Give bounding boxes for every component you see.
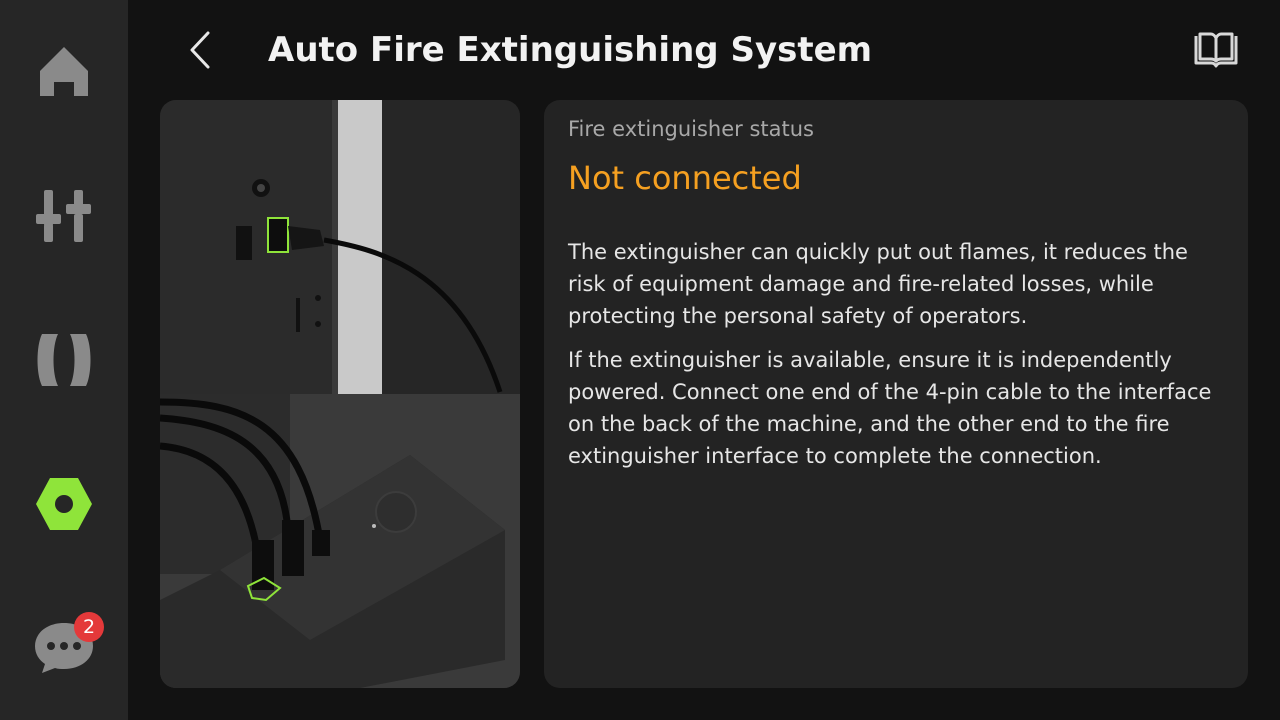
sidebar-item-settings[interactable] bbox=[0, 454, 128, 554]
page-title: Auto Fire Extinguishing System bbox=[268, 30, 873, 70]
hex-nut-settings-icon bbox=[36, 478, 92, 530]
sidebar-item-extruder[interactable] bbox=[0, 310, 128, 410]
open-book-icon bbox=[1194, 32, 1238, 68]
nozzle-icon bbox=[37, 334, 91, 386]
connection-status: Not connected bbox=[568, 159, 802, 197]
status-label: Fire extinguisher status bbox=[568, 117, 814, 141]
home-icon bbox=[40, 47, 88, 96]
sidebar-item-tune[interactable] bbox=[0, 166, 128, 266]
sidebar: 2 bbox=[0, 0, 128, 720]
sidebar-item-home[interactable] bbox=[0, 22, 128, 122]
back-button[interactable] bbox=[176, 26, 224, 74]
status-panel: Fire extinguisher status Not connected T… bbox=[544, 100, 1248, 688]
chevron-left-icon bbox=[190, 31, 210, 69]
manual-button[interactable] bbox=[1192, 26, 1240, 74]
description-paragraph-2: If the extinguisher is available, ensure… bbox=[568, 348, 1212, 468]
connection-illustration bbox=[160, 100, 520, 688]
sliders-icon bbox=[36, 190, 91, 242]
description-paragraph-1: The extinguisher can quickly put out fla… bbox=[568, 240, 1188, 328]
illustration-image bbox=[160, 100, 520, 688]
sidebar-item-messages[interactable]: 2 bbox=[0, 598, 128, 698]
notification-badge: 2 bbox=[74, 612, 104, 642]
